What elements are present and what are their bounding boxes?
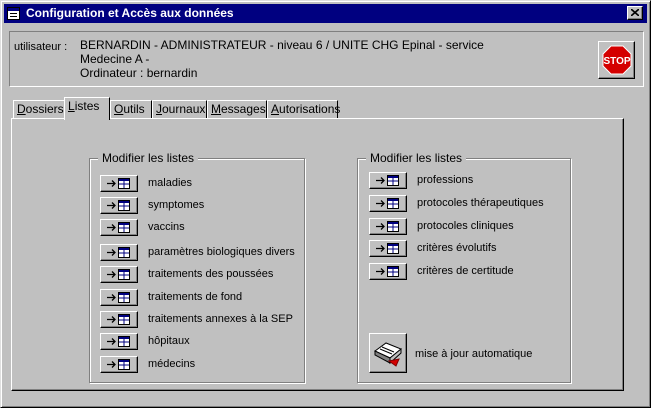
stop-text: STOP (603, 56, 630, 67)
title-bar[interactable]: Configuration et Accès aux données (4, 4, 647, 23)
open-list-button[interactable] (100, 356, 138, 373)
open-list-button[interactable] (100, 311, 138, 328)
list-item-label: maladies (148, 177, 193, 189)
arrow-form-icon (376, 198, 399, 209)
open-list-button[interactable] (100, 219, 138, 236)
user-info: BERNARDIN - ADMINISTRATEUR - niveau 6 / … (80, 38, 530, 80)
tab-messages[interactable]: Messages (207, 100, 267, 119)
arrow-form-icon (376, 266, 399, 277)
arrow-form-icon (107, 269, 130, 280)
left-group-title: Modifier les listes (98, 151, 199, 165)
user-label: utilisateur : (14, 41, 68, 53)
stop-sign-icon: STOP (602, 45, 632, 75)
open-list-button[interactable] (100, 175, 138, 192)
list-item-label: vaccins (148, 221, 185, 233)
auto-update-button[interactable] (369, 333, 407, 373)
arrow-form-icon (107, 359, 130, 370)
list-item-label: protocoles thérapeutiques (417, 197, 544, 209)
tab-journaux[interactable]: Journaux (152, 100, 207, 119)
open-list-button[interactable] (369, 195, 407, 212)
list-item-label: critères évolutifs (417, 242, 497, 254)
list-item-label: traitements de fond (148, 291, 243, 303)
list-item-label: paramètres biologiques divers (148, 246, 295, 258)
list-item-label: protocoles cliniques (417, 220, 514, 232)
list-item-label: traitements des poussées (148, 268, 274, 280)
arrow-form-icon (376, 243, 399, 254)
close-icon (631, 9, 639, 16)
open-list-button[interactable] (369, 240, 407, 257)
arrow-form-icon (107, 336, 130, 347)
window-title: Configuration et Accès aux données (26, 6, 234, 20)
list-item-label: professions (417, 174, 474, 186)
tab-autorisations[interactable]: Autorisations (267, 100, 340, 119)
arrow-form-icon (107, 200, 130, 211)
arrow-form-icon (107, 247, 130, 258)
open-list-button[interactable] (369, 218, 407, 235)
right-group-title: Modifier les listes (366, 151, 467, 165)
stop-button[interactable]: STOP (598, 41, 635, 79)
tab-panel-listes: Modifier les listes maladies symptomes vac… (11, 118, 624, 391)
open-list-button[interactable] (100, 244, 138, 261)
open-list-button[interactable] (369, 263, 407, 280)
user-info-panel: utilisateur : BERNARDIN - ADMINISTRATEUR… (9, 31, 644, 87)
user-line-2: Ordinateur : bernardin (80, 66, 198, 80)
tab-listes[interactable]: Listes (64, 97, 110, 120)
open-list-button[interactable] (100, 333, 138, 350)
list-item-label: médecins (148, 358, 196, 370)
config-window: Configuration et Accès aux données utili… (0, 0, 651, 408)
open-list-button[interactable] (100, 266, 138, 283)
open-list-button[interactable] (369, 172, 407, 189)
tab-outils[interactable]: Outils (110, 100, 152, 119)
open-list-button[interactable] (100, 197, 138, 214)
arrow-form-icon (107, 222, 130, 233)
book-update-icon (374, 342, 402, 367)
left-list-group: Modifier les listes maladies symptomes vac… (89, 151, 305, 383)
tab-strip: Dossiers Listes Outils Journaux Messages… (13, 97, 643, 120)
list-item-label: critères de certitude (417, 265, 514, 277)
list-item-label: traitements annexes à la SEP (148, 313, 293, 325)
open-list-button[interactable] (100, 289, 138, 306)
close-button[interactable] (627, 6, 643, 20)
right-list-group: Modifier les listes professions protocole… (357, 151, 571, 383)
arrow-form-icon (107, 178, 130, 189)
arrow-form-icon (107, 314, 130, 325)
form-icon[interactable] (7, 7, 20, 20)
tab-dossiers[interactable]: Dossiers (13, 100, 65, 119)
arrow-form-icon (107, 292, 130, 303)
auto-update-label: mise à jour automatique (415, 348, 533, 360)
arrow-form-icon (376, 175, 399, 186)
list-item-label: hôpitaux (148, 335, 190, 347)
arrow-form-icon (376, 221, 399, 232)
user-line-1: BERNARDIN - ADMINISTRATEUR - niveau 6 / … (80, 38, 484, 66)
list-item-label: symptomes (148, 199, 205, 211)
